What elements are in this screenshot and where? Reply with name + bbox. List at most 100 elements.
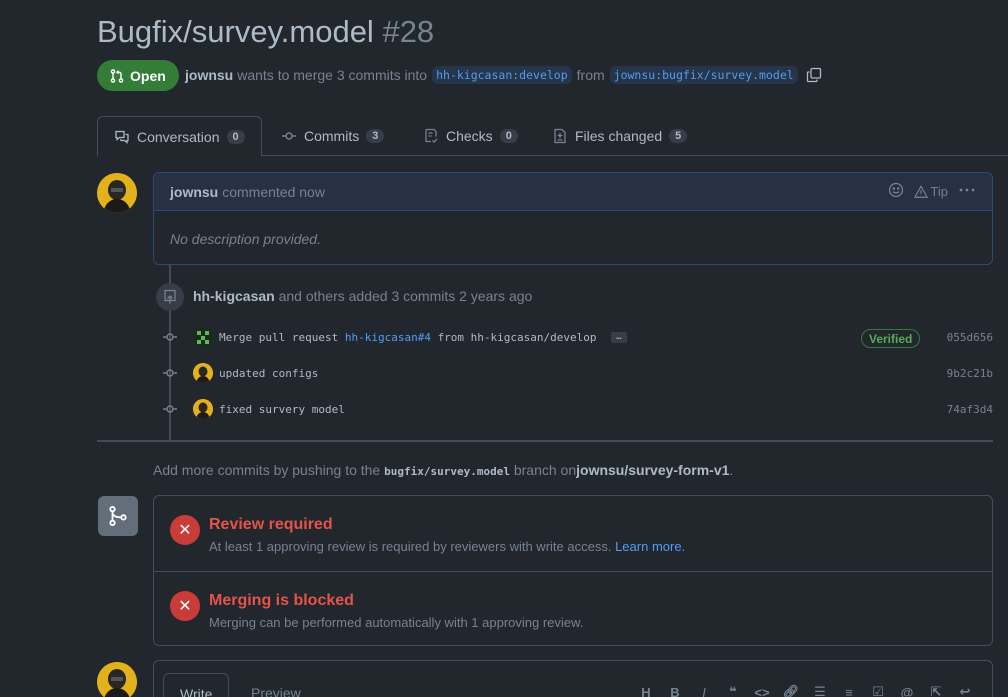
quote-icon[interactable]: ❝ xyxy=(724,683,742,697)
tab-checks-label: Checks xyxy=(446,128,493,144)
commit-avatar[interactable] xyxy=(193,363,213,383)
italic-icon[interactable]: I xyxy=(695,683,713,697)
tab-preview[interactable]: Preview xyxy=(235,673,317,697)
pr-state-badge: Open xyxy=(97,60,179,91)
pr-from-text: from xyxy=(576,67,605,83)
review-required-section: ✕ Review required At least 1 approving r… xyxy=(154,496,992,571)
commits-added-event: hh-kigcasan and others added 3 commits 2… xyxy=(193,288,532,304)
git-pull-request-icon xyxy=(110,68,124,83)
tab-files-changed-count: 5 xyxy=(669,129,688,143)
tab-checks-count: 0 xyxy=(499,129,518,143)
comment-action: commented now xyxy=(222,183,325,200)
unordered-list-icon[interactable]: ☰ xyxy=(811,683,829,697)
reply-icon[interactable]: ↩ xyxy=(956,683,974,697)
git-commit-icon xyxy=(282,132,296,140)
tab-conversation[interactable]: Conversation 0 xyxy=(97,116,262,157)
comment-editor: Write Preview H B I ❝ <> 🔗︎ ☰ ≡ ☑ @ ⇱ ↩ xyxy=(153,660,993,697)
hint-branch: bugfix/survey.model xyxy=(384,465,510,478)
avatar[interactable] xyxy=(97,662,137,697)
hint-mid: branch on xyxy=(513,462,577,478)
code-icon[interactable]: <> xyxy=(753,683,771,697)
tip-link[interactable]: Tip xyxy=(914,184,948,199)
commit-row: fixed survery model 74af3d4 xyxy=(160,397,993,421)
markdown-toolbar: H B I ❝ <> 🔗︎ ☰ ≡ ☑ @ ⇱ ↩ xyxy=(637,683,974,697)
pr-author-link[interactable]: jownsu xyxy=(185,67,233,83)
git-commit-icon xyxy=(160,401,180,417)
comment-author[interactable]: jownsu xyxy=(170,184,218,200)
heading-icon[interactable]: H xyxy=(637,683,655,697)
tab-commits[interactable]: Commits 3 xyxy=(281,116,385,156)
push-hint: Add more commits by pushing to the bugfi… xyxy=(153,462,733,478)
verified-badge[interactable]: Verified xyxy=(861,329,921,348)
alert-icon xyxy=(914,184,929,198)
tasklist-icon[interactable]: ☑ xyxy=(869,683,887,697)
merging-blocked-section: ✕ Merging is blocked Merging can be perf… xyxy=(154,571,992,646)
file-diff-icon xyxy=(554,128,566,144)
ordered-list-icon[interactable]: ≡ xyxy=(840,683,858,697)
checklist-icon xyxy=(425,128,438,143)
tab-commits-count: 3 xyxy=(366,129,385,143)
kebab-horizontal-icon[interactable] xyxy=(958,182,976,201)
commit-message[interactable]: updated configs xyxy=(219,367,318,380)
commit-message-pre: Merge pull request xyxy=(219,330,339,344)
comment-header: jownsu commented now Tip xyxy=(154,173,992,211)
pr-state-label: Open xyxy=(130,67,166,84)
pr-title-text: Bugfix/survey.model xyxy=(97,14,374,49)
x-circle-icon: ✕ xyxy=(170,515,200,545)
merge-box: ✕ Review required At least 1 approving r… xyxy=(153,495,993,646)
pr-meta: jownsu wants to merge 3 commits into hh-… xyxy=(185,66,822,84)
copy-icon[interactable] xyxy=(806,67,822,83)
merging-blocked-title: Merging is blocked xyxy=(209,592,354,609)
git-commit-icon xyxy=(160,365,180,381)
commit-message[interactable]: Merge pull request hh-kigcasan#4 from hh… xyxy=(219,331,627,344)
smiley-icon[interactable] xyxy=(888,182,904,201)
pr-number: #28 xyxy=(382,14,435,49)
git-merge-icon xyxy=(98,496,138,536)
tab-commits-label: Commits xyxy=(304,128,360,144)
tab-write[interactable]: Write xyxy=(163,673,230,697)
review-required-title: Review required xyxy=(209,516,333,533)
mention-icon[interactable]: @ xyxy=(898,683,916,697)
commit-pr-link[interactable]: hh-kigcasan#4 xyxy=(345,331,431,344)
comment-discussion-icon xyxy=(115,130,129,144)
link-icon[interactable]: 🔗︎ xyxy=(782,683,800,697)
review-required-text: At least 1 approving review is required … xyxy=(209,539,612,554)
pr-merge-text: wants to merge 3 commits into xyxy=(237,67,428,83)
base-branch-ref[interactable]: hh-kigcasan:develop xyxy=(432,66,572,84)
commit-message[interactable]: fixed survery model xyxy=(219,403,345,416)
pr-title: Bugfix/survey.model #28 xyxy=(97,14,434,50)
hint-post: . xyxy=(729,462,734,478)
event-actor[interactable]: hh-kigcasan xyxy=(193,288,275,304)
bold-icon[interactable]: B xyxy=(666,683,684,697)
timeline-divider xyxy=(97,440,993,442)
tip-label: Tip xyxy=(930,184,948,199)
comment-box: jownsu commented now Tip No description … xyxy=(153,172,993,265)
repo-push-icon xyxy=(156,283,184,311)
merging-blocked-desc: Merging can be performed automatically w… xyxy=(209,615,584,630)
tab-checks[interactable]: Checks 0 xyxy=(423,116,518,156)
head-branch-ref[interactable]: jownsu:bugfix/survey.model xyxy=(609,66,798,84)
commit-sha[interactable]: 9b2c21b xyxy=(947,367,993,380)
commit-sha[interactable]: 74af3d4 xyxy=(947,403,993,416)
tab-files-changed[interactable]: Files changed 5 xyxy=(552,116,688,156)
commit-row: updated configs 9b2c21b xyxy=(160,361,993,385)
pr-tabs: Conversation 0 Commits 3 Checks 0 Files … xyxy=(97,116,1008,157)
event-text: and others added 3 commits 2 years ago xyxy=(278,288,533,304)
avatar[interactable] xyxy=(97,173,137,213)
commit-message-post: from hh-kigcasan/develop xyxy=(437,330,597,344)
review-required-desc: At least 1 approving review is required … xyxy=(209,539,685,554)
tab-conversation-label: Conversation xyxy=(137,128,220,145)
hint-repo-link[interactable]: jownsu/survey-form-v1 xyxy=(576,462,729,478)
commit-avatar[interactable] xyxy=(193,327,213,347)
comment-body: No description provided. xyxy=(170,231,321,247)
x-circle-icon: ✕ xyxy=(170,591,200,621)
commit-avatar[interactable] xyxy=(193,399,213,419)
expand-commit-button[interactable]: … xyxy=(611,332,627,343)
commit-sha[interactable]: 055d656 xyxy=(947,331,993,344)
git-commit-icon xyxy=(160,329,180,345)
learn-more-link[interactable]: Learn more. xyxy=(615,539,685,554)
tab-conversation-count: 0 xyxy=(226,129,245,144)
cross-reference-icon[interactable]: ⇱ xyxy=(927,683,945,697)
tab-files-changed-label: Files changed xyxy=(575,128,663,144)
hint-pre: Add more commits by pushing to the xyxy=(153,462,381,478)
